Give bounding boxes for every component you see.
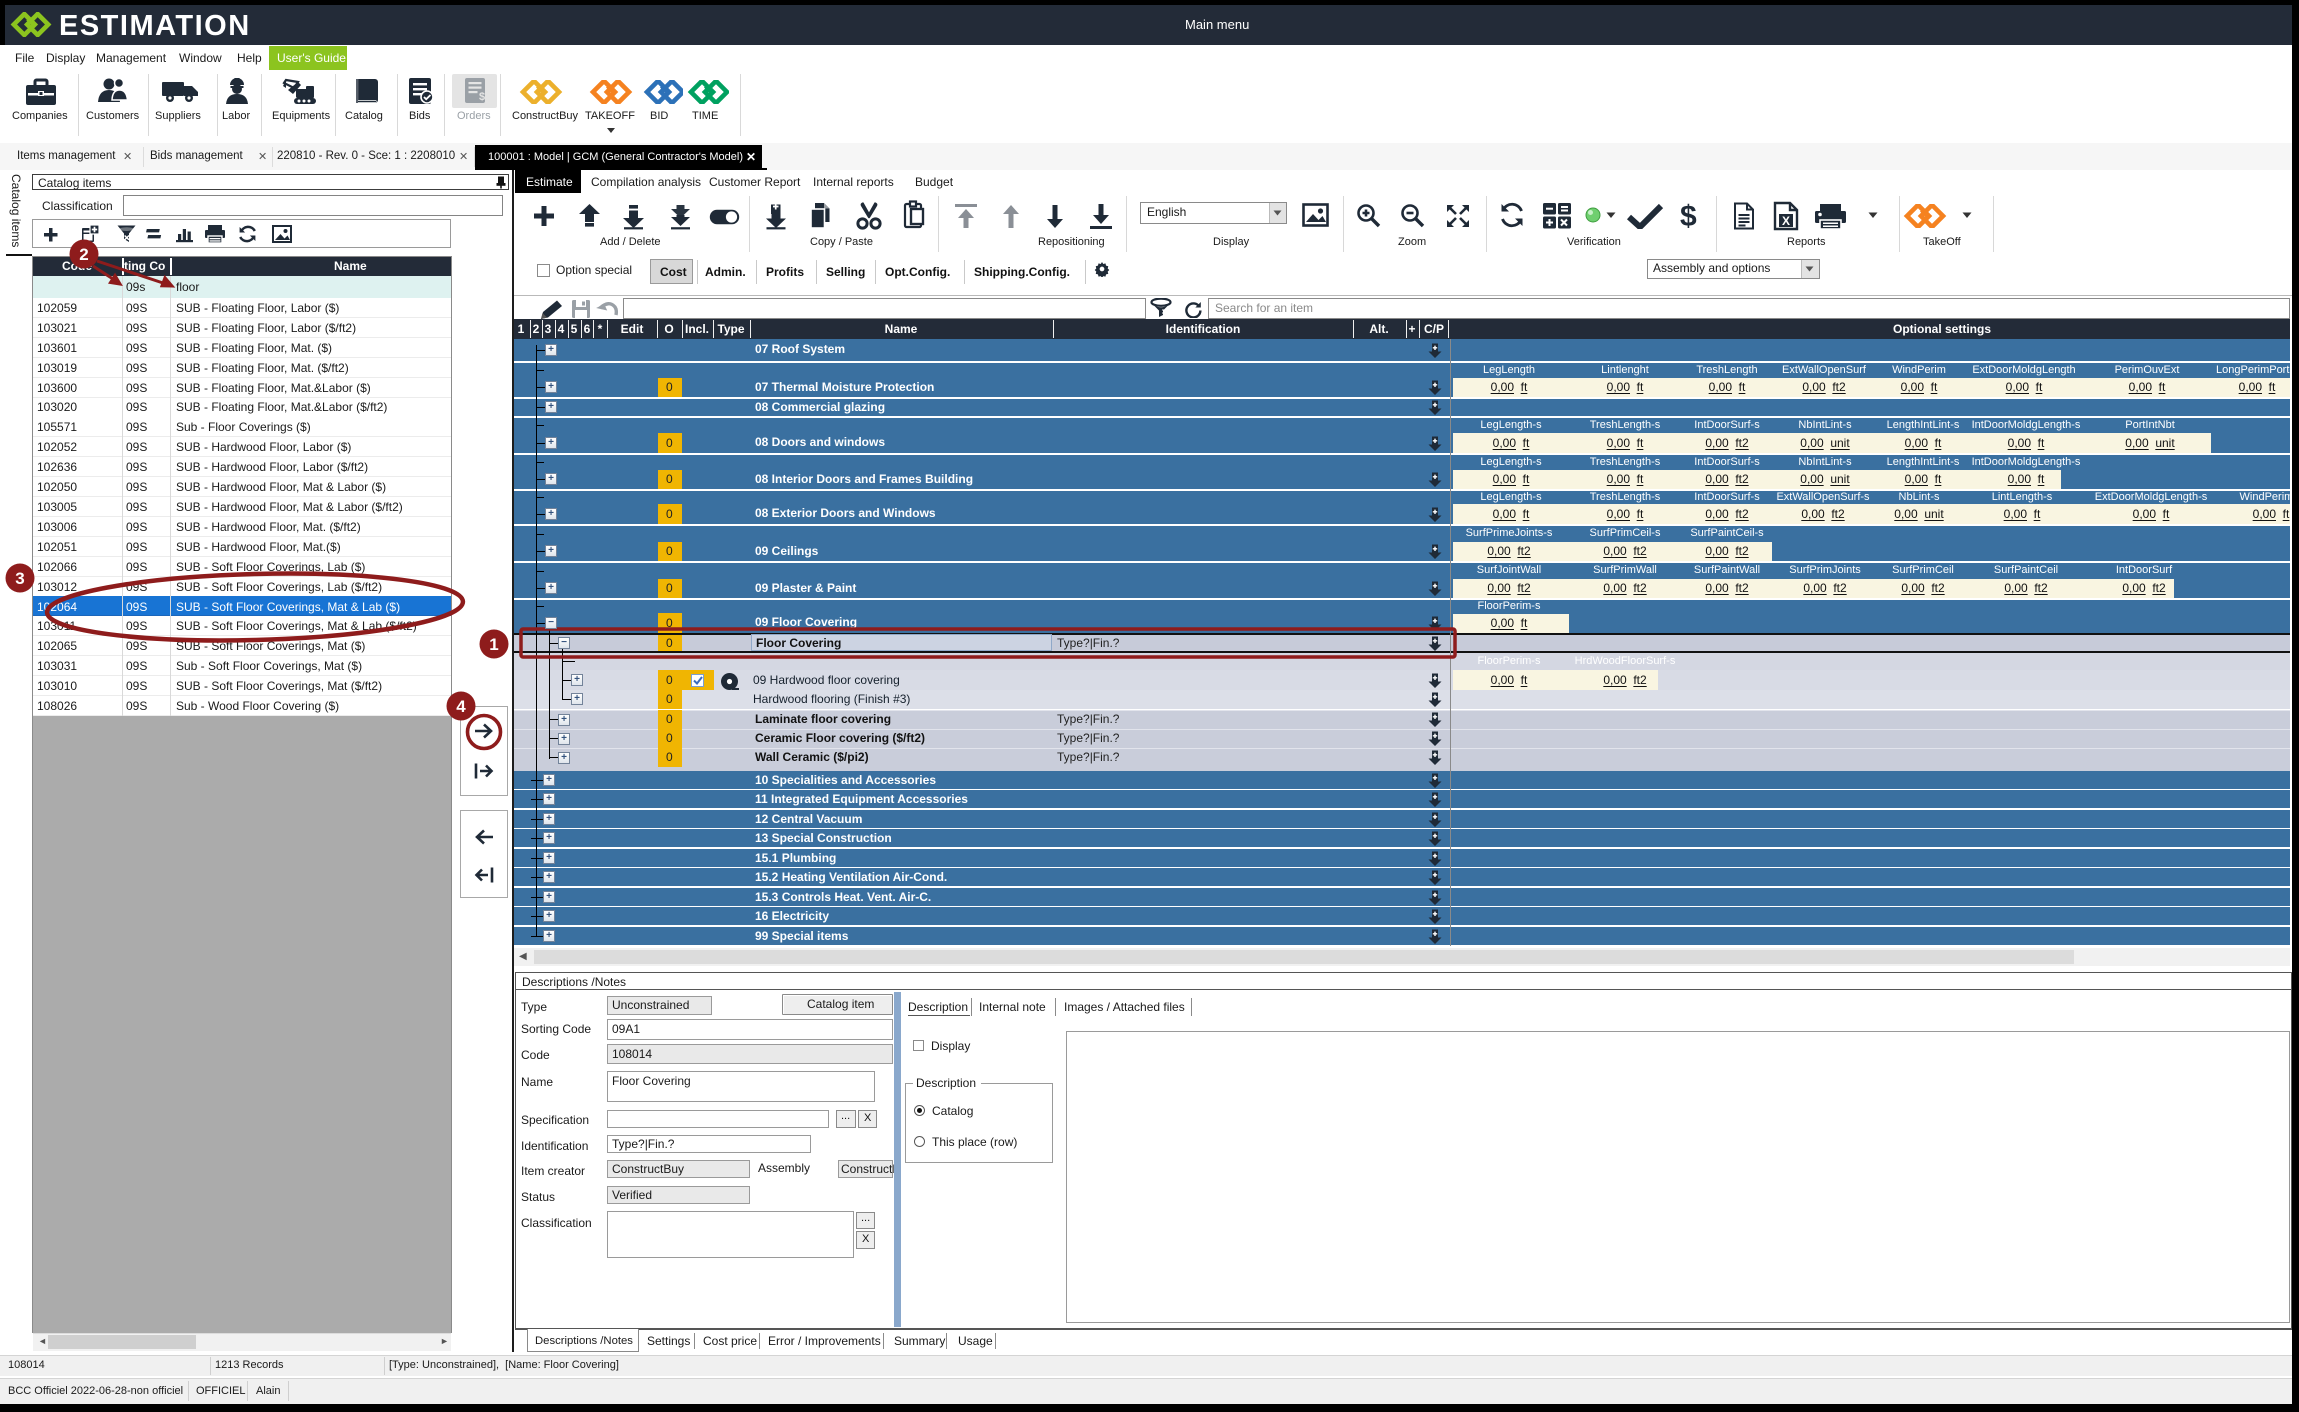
svg-text:1: 1 [489,635,498,654]
svg-text:2: 2 [79,245,88,264]
svg-text:3: 3 [15,569,24,588]
svg-text:4: 4 [456,697,466,716]
